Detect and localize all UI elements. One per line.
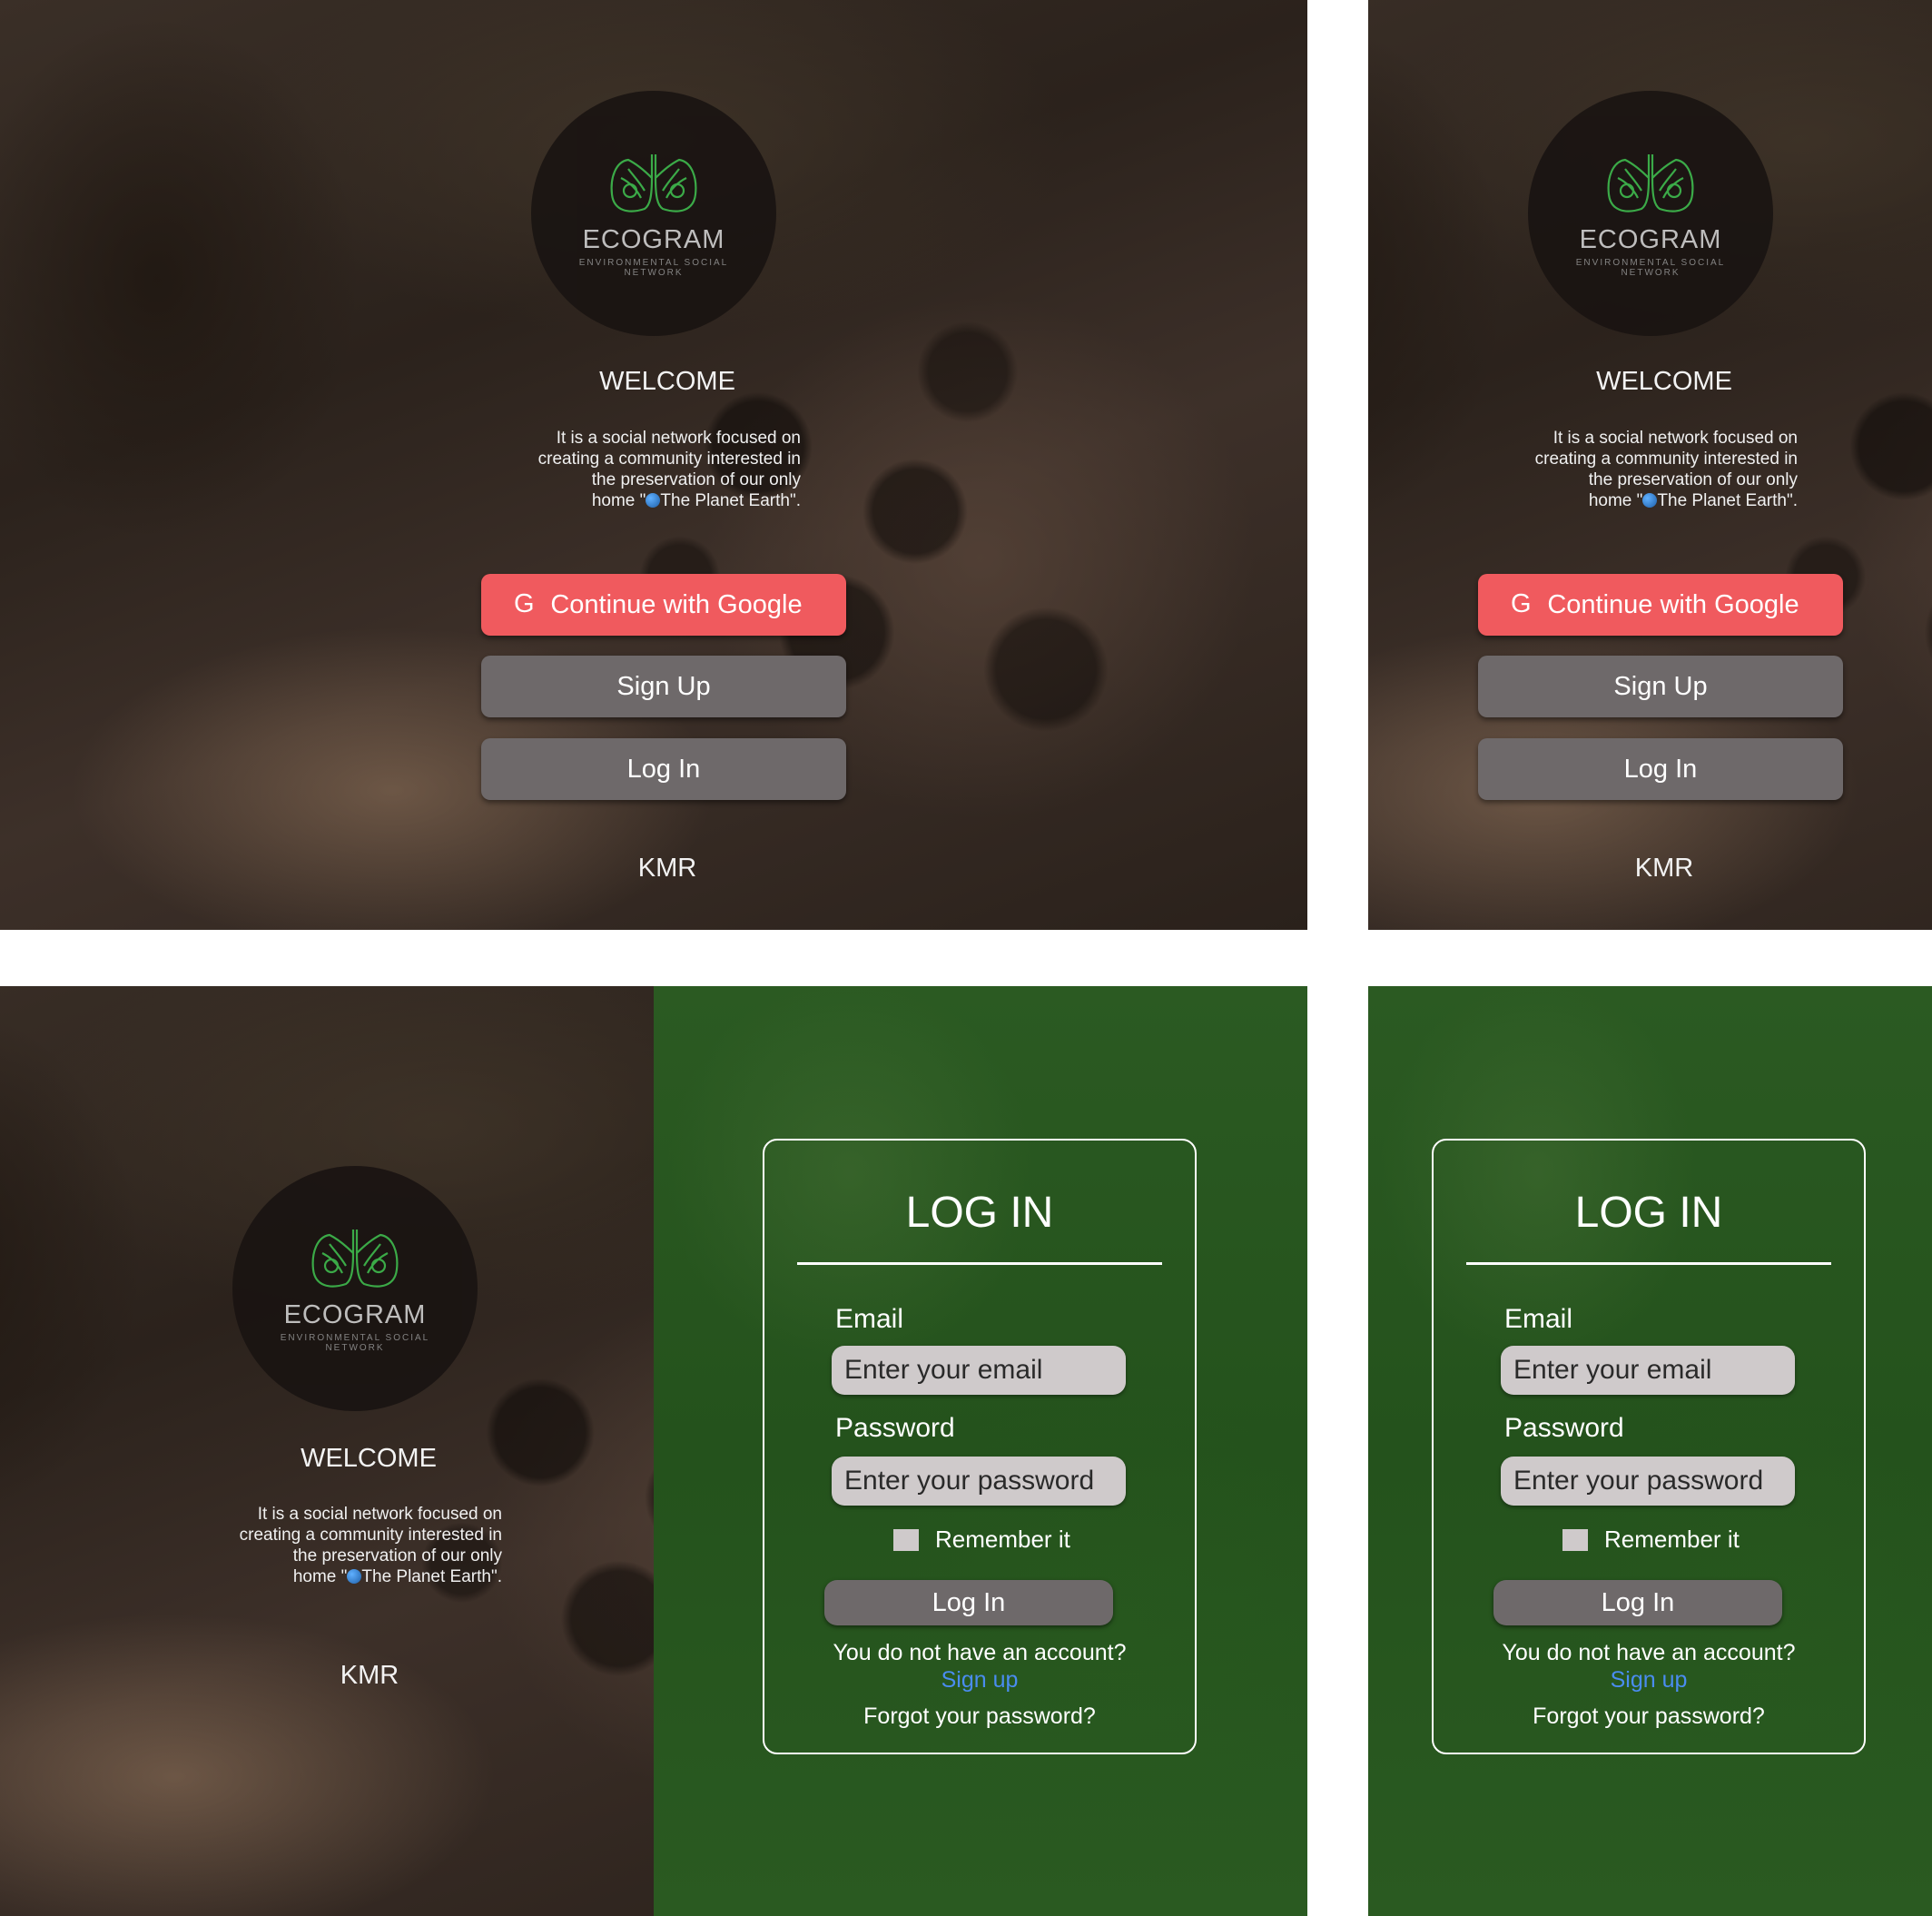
brand-name: ECOGRAM bbox=[283, 1300, 427, 1329]
welcome-screen-cropped: ECOGRAM ENVIRONMENTAL SOCIAL NETWORK WEL… bbox=[1368, 0, 1932, 930]
login-title: LOG IN bbox=[905, 1189, 1054, 1237]
welcome-description: It is a social network focused on creati… bbox=[537, 429, 801, 510]
log-in-submit-button[interactable]: Log In bbox=[1493, 1580, 1782, 1625]
login-side: LOG IN Email Password Remember it Log In… bbox=[654, 986, 1307, 1916]
log-in-button[interactable]: Log In bbox=[481, 738, 846, 800]
sign-up-link[interactable]: Sign up bbox=[1434, 1667, 1864, 1694]
password-field[interactable] bbox=[1501, 1457, 1795, 1506]
remember-label: Remember it bbox=[935, 1526, 1070, 1553]
title-divider bbox=[1466, 1262, 1831, 1265]
ecogram-logo: ECOGRAM ENVIRONMENTAL SOCIAL NETWORK bbox=[232, 1166, 478, 1411]
earth-globe-icon bbox=[1642, 493, 1658, 508]
sign-up-button[interactable]: Sign Up bbox=[481, 656, 846, 717]
login-screen-mobile: LOG IN Email Password Remember it Log In… bbox=[1368, 986, 1932, 1916]
remember-checkbox[interactable] bbox=[1562, 1528, 1588, 1551]
log-in-submit-button[interactable]: Log In bbox=[824, 1580, 1113, 1625]
earth-globe-icon bbox=[646, 493, 661, 508]
login-card: LOG IN Email Password Remember it Log In… bbox=[1432, 1139, 1866, 1754]
brand-tagline: ENVIRONMENTAL SOCIAL NETWORK bbox=[1575, 258, 1726, 278]
login-title: LOG IN bbox=[1574, 1189, 1723, 1237]
forgot-password-link[interactable]: Forgot your password? bbox=[1434, 1704, 1864, 1730]
footer-credit: KMR bbox=[340, 1661, 399, 1690]
ecogram-logo: ECOGRAM ENVIRONMENTAL SOCIAL NETWORK bbox=[1528, 91, 1773, 336]
welcome-title: WELCOME bbox=[301, 1444, 437, 1473]
login-card: LOG IN Email Password Remember it Log In… bbox=[763, 1139, 1197, 1754]
log-in-button[interactable]: Log In bbox=[1478, 738, 1843, 800]
remember-row: Remember it bbox=[893, 1526, 1070, 1554]
email-label: Email bbox=[835, 1304, 904, 1334]
email-label: Email bbox=[1504, 1304, 1573, 1334]
title-divider bbox=[797, 1262, 1162, 1265]
sign-up-button[interactable]: Sign Up bbox=[1478, 656, 1843, 717]
welcome-description: It is a social network focused on creati… bbox=[1534, 429, 1798, 510]
remember-row: Remember it bbox=[1562, 1526, 1740, 1554]
lungs-leaf-icon bbox=[1607, 154, 1694, 212]
footer-credit: KMR bbox=[637, 854, 697, 883]
no-account-text: You do not have an account? bbox=[833, 1640, 1127, 1665]
brand-tagline: ENVIRONMENTAL SOCIAL NETWORK bbox=[578, 258, 729, 278]
lungs-leaf-icon bbox=[311, 1230, 399, 1288]
remember-checkbox[interactable] bbox=[893, 1528, 919, 1551]
footer-credit: KMR bbox=[1634, 854, 1694, 883]
email-field[interactable] bbox=[1501, 1346, 1795, 1395]
brand-name: ECOGRAM bbox=[1579, 225, 1722, 254]
email-field[interactable] bbox=[832, 1346, 1126, 1395]
password-field[interactable] bbox=[832, 1457, 1126, 1506]
password-label: Password bbox=[835, 1413, 955, 1443]
continue-with-google-button[interactable]: G Continue with Google bbox=[1478, 574, 1843, 636]
ecogram-logo: ECOGRAM ENVIRONMENTAL SOCIAL NETWORK bbox=[531, 91, 776, 336]
sign-up-link[interactable]: Sign up bbox=[764, 1667, 1195, 1694]
welcome-description: It is a social network focused on creati… bbox=[239, 1505, 502, 1586]
lungs-leaf-icon bbox=[610, 154, 697, 212]
brand-tagline: ENVIRONMENTAL SOCIAL NETWORK bbox=[280, 1333, 430, 1353]
login-screen-desktop: ECOGRAM ENVIRONMENTAL SOCIAL NETWORK WEL… bbox=[0, 986, 1307, 1916]
brand-name: ECOGRAM bbox=[582, 225, 725, 254]
continue-with-google-button[interactable]: G Continue with Google bbox=[481, 574, 846, 636]
no-account-text: You do not have an account? bbox=[1502, 1640, 1796, 1665]
remember-label: Remember it bbox=[1604, 1526, 1740, 1553]
welcome-side: ECOGRAM ENVIRONMENTAL SOCIAL NETWORK WEL… bbox=[0, 986, 654, 1916]
forgot-password-link[interactable]: Forgot your password? bbox=[764, 1704, 1195, 1730]
password-label: Password bbox=[1504, 1413, 1624, 1443]
welcome-screen-desktop: ECOGRAM ENVIRONMENTAL SOCIAL NETWORK WEL… bbox=[0, 0, 1307, 930]
welcome-title: WELCOME bbox=[599, 367, 735, 396]
google-icon: G bbox=[514, 589, 535, 618]
google-icon: G bbox=[1511, 589, 1532, 618]
welcome-title: WELCOME bbox=[1596, 367, 1732, 396]
earth-globe-icon bbox=[347, 1569, 362, 1584]
